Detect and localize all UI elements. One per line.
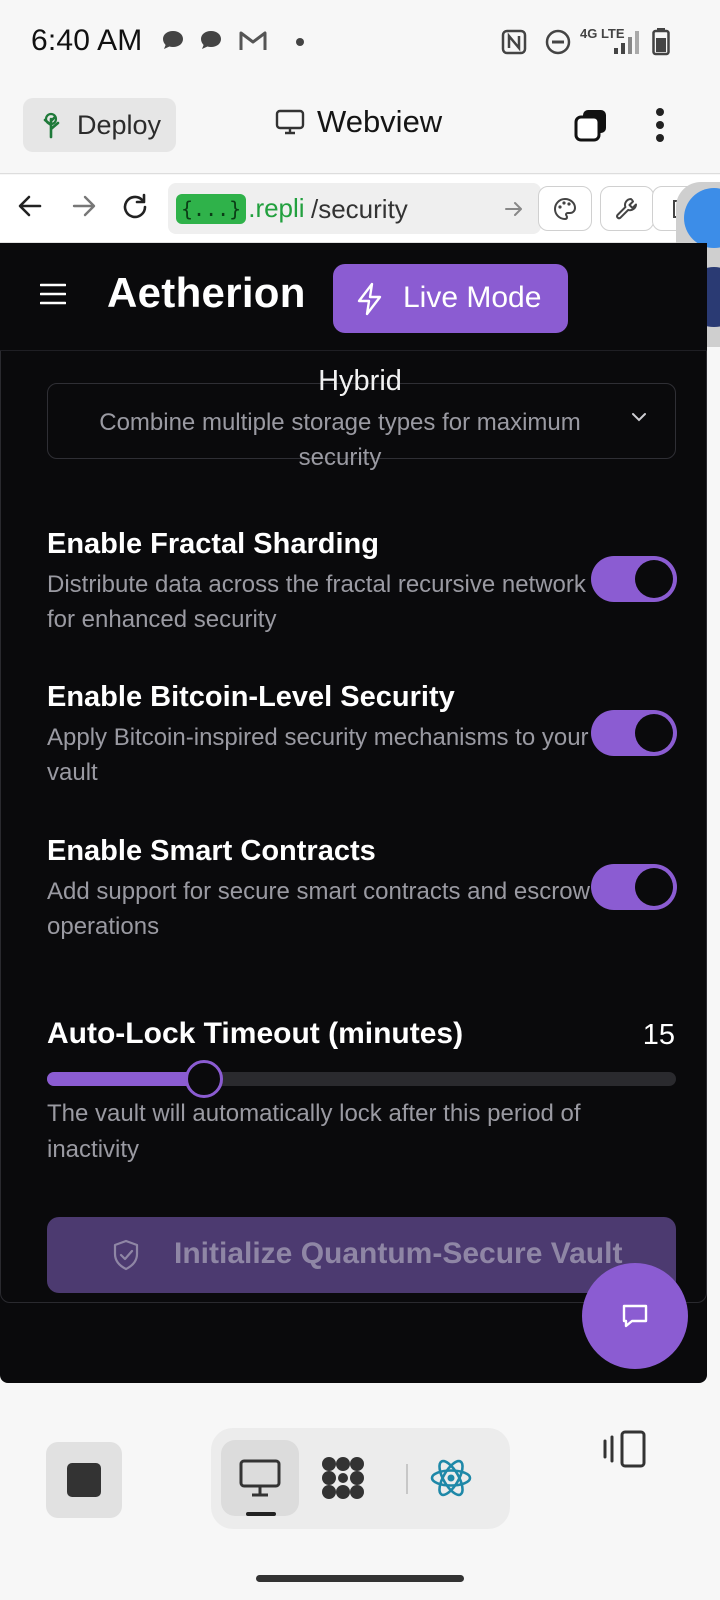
wrench-icon bbox=[616, 197, 637, 219]
url-host-text: .repli bbox=[248, 193, 305, 223]
do-not-disturb-icon bbox=[545, 29, 571, 55]
setting-description: Apply Bitcoin-inspired security mechanis… bbox=[47, 724, 589, 786]
active-tab-indicator bbox=[246, 1512, 276, 1516]
fractal-sharding-toggle[interactable] bbox=[591, 556, 677, 602]
reload-icon[interactable] bbox=[120, 192, 150, 222]
auto-lock-slider-track[interactable] bbox=[47, 1072, 676, 1086]
stop-button[interactable] bbox=[46, 1442, 122, 1518]
shield-check-icon bbox=[113, 1239, 139, 1271]
live-mode-button[interactable]: Live Mode bbox=[333, 264, 568, 333]
react-atom-icon[interactable] bbox=[429, 1456, 473, 1500]
initialize-vault-label: Initialize Quantum-Secure Vault bbox=[174, 1237, 623, 1270]
smart-contracts-toggle[interactable] bbox=[591, 864, 677, 910]
device-switch-icon[interactable] bbox=[602, 1429, 648, 1469]
monitor-icon bbox=[239, 1459, 281, 1497]
screen: 6:40 AM 4G LTE Deploy Webview {...} .rep… bbox=[0, 0, 720, 1600]
chat-fab-button[interactable] bbox=[582, 1263, 688, 1369]
auto-lock-slider-fill bbox=[47, 1072, 205, 1086]
thread-notification-icon bbox=[163, 31, 183, 49]
auto-lock-slider-thumb[interactable] bbox=[185, 1060, 224, 1098]
initialize-vault-button[interactable]: Initialize Quantum-Secure Vault bbox=[47, 1217, 676, 1293]
setting-description: Add support for secure smart contracts a… bbox=[47, 878, 590, 940]
replit-logo-pill: {...} bbox=[176, 193, 247, 224]
tabs-switcher-icon[interactable] bbox=[574, 108, 608, 142]
stop-icon bbox=[67, 1463, 101, 1497]
webview-label: Webview bbox=[317, 104, 443, 139]
switcher-divider bbox=[406, 1464, 408, 1494]
bottom-toolbar bbox=[0, 1400, 720, 1600]
signal-strength-icon bbox=[614, 31, 639, 54]
deploy-label: Deploy bbox=[77, 110, 162, 140]
live-mode-label: Live Mode bbox=[403, 281, 542, 314]
back-arrow-icon[interactable] bbox=[16, 192, 44, 220]
deploy-button[interactable]: Deploy bbox=[23, 98, 176, 152]
toggle-knob bbox=[635, 714, 673, 752]
url-input[interactable]: {...} .repli /security bbox=[168, 183, 541, 234]
auto-lock-help-text: The vault will automatically lock after … bbox=[47, 1100, 581, 1163]
thread-notification-icon bbox=[201, 31, 221, 49]
notification-dot bbox=[296, 38, 304, 46]
home-gesture-bar[interactable] bbox=[256, 1575, 464, 1582]
chevron-down-icon[interactable] bbox=[630, 410, 648, 424]
url-path: /security bbox=[311, 194, 408, 224]
toggle-knob bbox=[635, 560, 673, 598]
reader-bubble-icon[interactable] bbox=[684, 188, 720, 248]
url-bar: {...} .repli /security bbox=[0, 175, 720, 243]
go-arrow-icon[interactable] bbox=[503, 198, 525, 220]
dots-pattern-icon[interactable] bbox=[319, 1454, 367, 1502]
setting-title: Enable Smart Contracts bbox=[47, 835, 376, 867]
devtools-button[interactable] bbox=[600, 186, 654, 231]
monitor-icon bbox=[275, 109, 305, 135]
theme-palette-button[interactable] bbox=[538, 186, 592, 231]
url-host: {...} .repli bbox=[176, 191, 305, 226]
status-bar: 6:40 AM 4G LTE bbox=[0, 0, 720, 80]
storage-type-value: Hybrid bbox=[318, 365, 402, 397]
nfc-icon bbox=[501, 29, 527, 55]
setting-title: Enable Fractal Sharding bbox=[47, 528, 379, 560]
setting-title: Enable Bitcoin-Level Security bbox=[47, 681, 455, 713]
storage-type-description: Combine multiple storage types for maxim… bbox=[99, 409, 581, 471]
battery-icon bbox=[652, 28, 670, 56]
deploy-tree-icon bbox=[43, 112, 60, 139]
forward-arrow-icon[interactable] bbox=[70, 192, 98, 220]
status-time: 6:40 AM bbox=[31, 24, 143, 57]
app-title: Aetherion bbox=[107, 269, 306, 316]
auto-lock-label: Auto-Lock Timeout (minutes) bbox=[47, 1017, 464, 1050]
webview-tab-title[interactable]: Webview bbox=[275, 104, 442, 140]
setting-description: Distribute data across the fractal recur… bbox=[47, 571, 586, 633]
more-options-icon[interactable] bbox=[655, 107, 665, 143]
palette-icon bbox=[554, 197, 577, 220]
gmail-icon bbox=[239, 31, 267, 50]
replit-top-bar: Deploy Webview bbox=[0, 80, 720, 174]
toggle-knob bbox=[635, 868, 673, 906]
app-header: Aetherion Live Mode bbox=[0, 243, 707, 351]
hamburger-menu-icon[interactable] bbox=[40, 283, 66, 305]
desktop-view-button[interactable] bbox=[221, 1440, 299, 1516]
lightning-bolt-icon bbox=[357, 282, 382, 316]
auto-lock-value: 15 bbox=[642, 1019, 675, 1051]
chat-bubble-icon bbox=[622, 1304, 648, 1328]
bitcoin-security-toggle[interactable] bbox=[591, 710, 677, 756]
